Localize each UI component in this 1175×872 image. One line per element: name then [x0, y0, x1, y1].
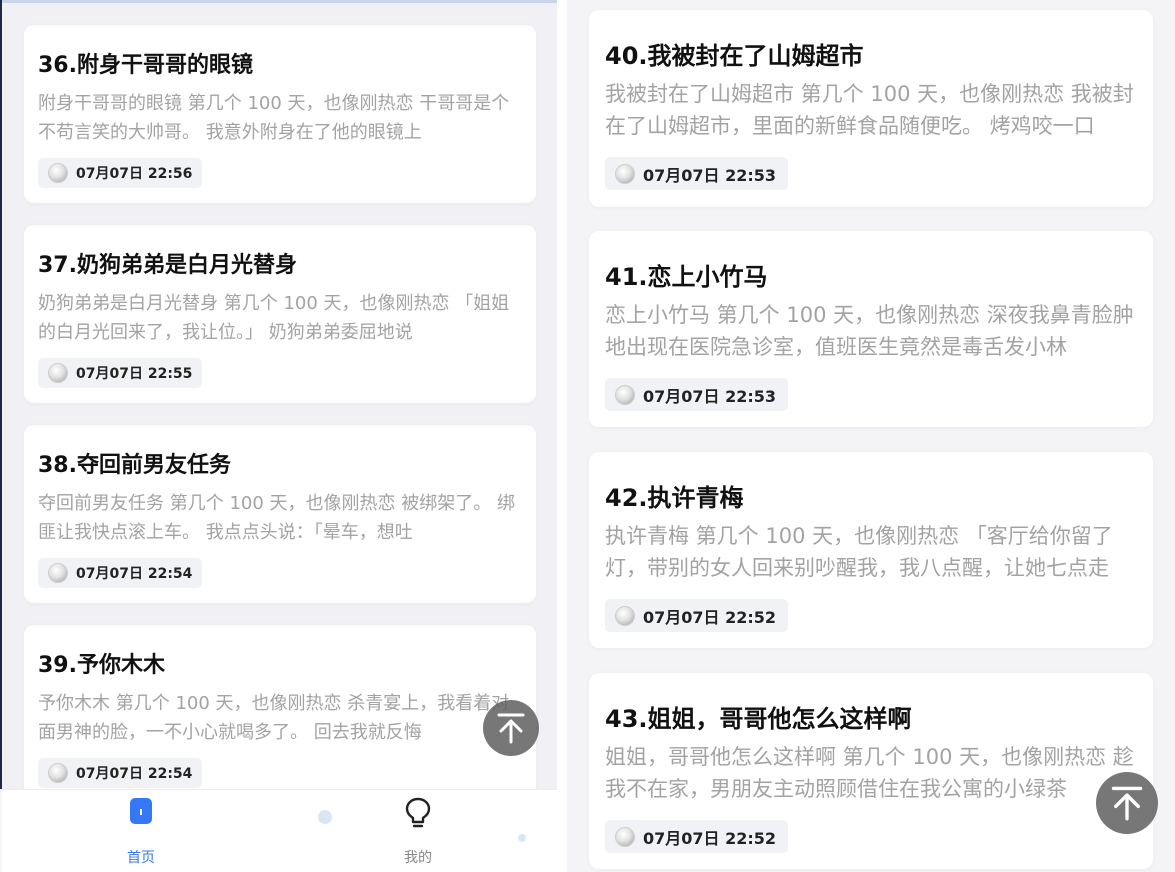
avatar-icon — [48, 363, 68, 383]
story-summary: 我被封在了山姆超市 第几个 100 天，也像刚热恋 我被封在了山姆超市，里面的新… — [605, 82, 1134, 138]
story-title: 38.夺回前男友任务 — [38, 453, 231, 478]
story-summary: 附身干哥哥的眼镜 第几个 100 天，也像刚热恋 干哥哥是个不苟言笑的大帅哥。 … — [38, 93, 510, 143]
date-text: 07月07日 22:53 — [643, 386, 777, 406]
scroll-to-top-button[interactable] — [1096, 772, 1158, 834]
right-phone-screen: 40.我被封在了山姆超市 我被封在了山姆超市 第几个 100 天，也像刚热恋 我… — [567, 0, 1175, 872]
story-title: 43.姐姐，哥哥他怎么这样啊 — [605, 705, 912, 733]
story-title: 40.我被封在了山姆超市 — [605, 42, 864, 70]
top-divider — [0, 0, 557, 3]
date-text: 07月07日 22:52 — [643, 607, 777, 627]
story-summary: 奶狗弟弟是白月光替身 第几个 100 天，也像刚热恋 「姐姐的白月光回来了，我让… — [38, 293, 510, 343]
date-text: 07月07日 22:52 — [643, 828, 777, 848]
date-text: 07月07日 22:53 — [643, 165, 777, 185]
date-badge: 07月07日 22:53 — [605, 157, 789, 190]
story-title: 39.予你木木 — [38, 653, 165, 678]
story-card[interactable]: 37.奶狗弟弟是白月光替身 奶狗弟弟是白月光替身 第几个 100 天，也像刚热恋… — [24, 225, 536, 403]
date-badge: 07月07日 22:56 — [38, 158, 203, 188]
home-icon — [130, 798, 152, 824]
lightbulb-icon — [405, 797, 431, 828]
date-text: 07月07日 22:56 — [76, 166, 193, 182]
story-summary: 夺回前男友任务 第几个 100 天，也像刚热恋 被绑架了。 绑匪让我快点滚上车。… — [38, 493, 515, 543]
arrow-up-to-top-icon — [1111, 786, 1143, 821]
decor-dot — [318, 810, 332, 824]
date-badge: 07月07日 22:53 — [605, 378, 789, 411]
date-text: 07月07日 22:54 — [76, 566, 193, 582]
story-card[interactable]: 43.姐姐，哥哥他怎么这样啊 姐姐，哥哥他怎么这样啊 第几个 100 天，也像刚… — [589, 673, 1153, 869]
avatar-icon — [48, 163, 68, 183]
story-card[interactable]: 39.予你木木 予你木木 第几个 100 天，也像刚热恋 杀青宴上，我看着对面男… — [24, 625, 536, 803]
window-edge — [0, 0, 2, 872]
avatar-icon — [615, 826, 635, 847]
date-badge: 07月07日 22:52 — [605, 820, 789, 853]
story-card[interactable]: 41.恋上小竹马 恋上小竹马 第几个 100 天，也像刚热恋 深夜我鼻青脸肿地出… — [589, 231, 1153, 427]
story-summary: 执许青梅 第几个 100 天，也像刚热恋 「客厅给你留了灯，带别的女人回来别吵醒… — [605, 524, 1113, 580]
story-card[interactable]: 40.我被封在了山姆超市 我被封在了山姆超市 第几个 100 天，也像刚热恋 我… — [589, 10, 1153, 207]
avatar-icon — [48, 563, 68, 583]
story-title: 42.执许青梅 — [605, 484, 744, 512]
avatar-icon — [615, 163, 635, 184]
nav-item-home[interactable]: 首页 — [81, 796, 201, 866]
date-badge: 07月07日 22:54 — [38, 758, 203, 788]
story-card[interactable]: 38.夺回前男友任务 夺回前男友任务 第几个 100 天，也像刚热恋 被绑架了。… — [24, 425, 536, 603]
story-card[interactable]: 36.附身干哥哥的眼镜 附身干哥哥的眼镜 第几个 100 天，也像刚热恋 干哥哥… — [24, 25, 536, 203]
date-badge: 07月07日 22:52 — [605, 599, 789, 632]
avatar-icon — [48, 763, 68, 783]
left-phone-screen: 36.附身干哥哥的眼镜 附身干哥哥的眼镜 第几个 100 天，也像刚热恋 干哥哥… — [0, 0, 557, 872]
story-card[interactable]: 42.执许青梅 执许青梅 第几个 100 天，也像刚热恋 「客厅给你留了灯，带别… — [589, 452, 1153, 648]
story-summary: 姐姐，哥哥他怎么这样啊 第几个 100 天，也像刚热恋 趁我不在家，男朋友主动照… — [605, 745, 1134, 801]
story-title: 36.附身干哥哥的眼镜 — [38, 53, 253, 78]
avatar-icon — [615, 605, 635, 626]
bottom-navigation: 首页 我的 — [0, 789, 557, 872]
date-badge: 07月07日 22:55 — [38, 358, 203, 388]
decor-dot — [518, 834, 526, 842]
story-summary: 予你木木 第几个 100 天，也像刚热恋 杀青宴上，我看着对面男神的脸，一不小心… — [38, 693, 510, 743]
arrow-up-to-top-icon — [497, 713, 525, 744]
story-title: 41.恋上小竹马 — [605, 263, 768, 291]
nav-label-mine: 我的 — [404, 850, 432, 866]
nav-label-home: 首页 — [127, 850, 155, 866]
date-badge: 07月07日 22:54 — [38, 558, 203, 588]
scroll-to-top-button[interactable] — [483, 700, 539, 756]
date-text: 07月07日 22:55 — [76, 366, 193, 382]
avatar-icon — [615, 384, 635, 405]
date-text: 07月07日 22:54 — [76, 766, 193, 782]
story-summary: 恋上小竹马 第几个 100 天，也像刚热恋 深夜我鼻青脸肿地出现在医院急诊室，值… — [605, 303, 1134, 359]
nav-item-mine[interactable]: 我的 — [358, 796, 478, 866]
story-title: 37.奶狗弟弟是白月光替身 — [38, 253, 297, 278]
